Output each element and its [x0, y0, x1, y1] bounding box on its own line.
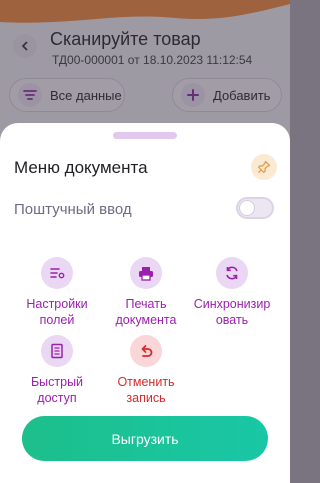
- toggle-knob: [240, 201, 254, 215]
- sliders-icon: [41, 257, 73, 289]
- piece-input-toggle[interactable]: [236, 197, 274, 219]
- pin-button[interactable]: [251, 154, 277, 180]
- document-menu-sheet: Меню документа Поштучный ввод Настройки …: [0, 123, 290, 483]
- undo-record-button[interactable]: Отменить запись: [98, 335, 194, 406]
- print-document-button[interactable]: Печать документа: [98, 257, 194, 328]
- upload-button[interactable]: Выгрузить: [22, 416, 268, 461]
- sync-icon: [216, 257, 248, 289]
- printer-icon: [130, 257, 162, 289]
- field-settings-button[interactable]: Настройки полей: [9, 257, 105, 328]
- action-label: Отменить запись: [117, 375, 175, 405]
- sheet-drag-handle[interactable]: [113, 132, 177, 139]
- undo-icon: [130, 335, 162, 367]
- sync-button[interactable]: Синхронизир овать: [184, 257, 280, 328]
- action-label: Быстрый доступ: [30, 375, 84, 405]
- document-icon: [41, 335, 73, 367]
- sheet-title: Меню документа: [14, 158, 148, 177]
- action-label: Синхронизир овать: [193, 297, 271, 327]
- quick-access-button[interactable]: Быстрый доступ: [9, 335, 105, 406]
- action-label: Печать документа: [115, 297, 177, 327]
- action-label: Настройки полей: [26, 297, 88, 327]
- piece-input-label: Поштучный ввод: [14, 201, 132, 218]
- pin-icon: [257, 160, 271, 174]
